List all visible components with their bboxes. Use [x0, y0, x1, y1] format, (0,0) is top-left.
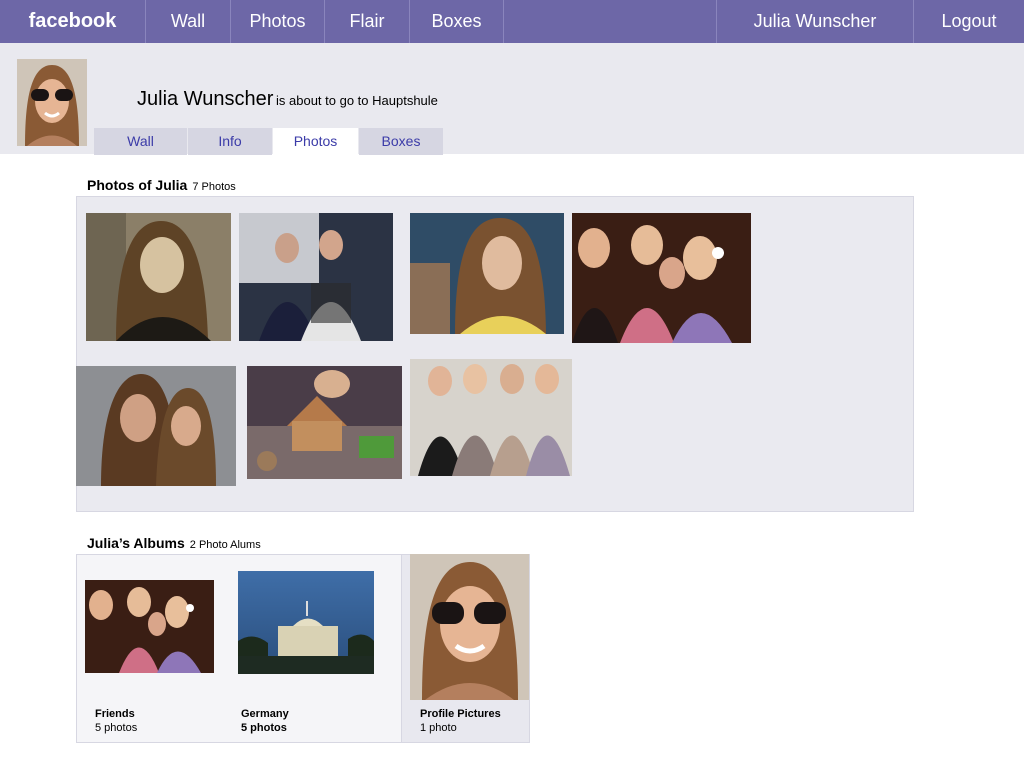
photo-thumbnail[interactable] — [239, 213, 393, 341]
tab-wall[interactable]: Wall — [94, 128, 187, 155]
nav-flair[interactable]: Flair — [325, 0, 410, 43]
photos-count: 7 Photos — [192, 181, 236, 193]
nav-photos[interactable]: Photos — [231, 0, 325, 43]
album-count-germany: 5 photos — [241, 722, 287, 734]
photo-thumbnail[interactable] — [572, 213, 751, 343]
tab-photos[interactable]: Photos — [273, 128, 358, 155]
profile-name: Julia Wunscher — [137, 88, 274, 110]
tab-boxes[interactable]: Boxes — [359, 128, 443, 155]
albums-section-title: Julia’s Albums 2 Photo Alums — [87, 535, 261, 551]
album-name-friends[interactable]: Friends — [95, 708, 135, 720]
nav-user-name[interactable]: Julia Wunscher — [716, 0, 914, 43]
photo-thumbnail[interactable] — [410, 213, 564, 334]
albums-count: 2 Photo Alums — [189, 539, 261, 551]
photo-thumbnail[interactable] — [86, 213, 231, 341]
tab-info[interactable]: Info — [188, 128, 272, 155]
album-count-profile-pictures: 1 photo — [420, 722, 457, 734]
nav-wall[interactable]: Wall — [146, 0, 231, 43]
album-name-profile-pictures[interactable]: Profile Pictures — [420, 708, 501, 720]
album-cover-friends[interactable] — [85, 580, 214, 673]
nav-boxes[interactable]: Boxes — [410, 0, 504, 43]
photo-thumbnail[interactable] — [247, 366, 402, 479]
profile-avatar[interactable] — [17, 59, 87, 146]
logout-link[interactable]: Logout — [914, 0, 1024, 43]
photo-thumbnail[interactable] — [76, 366, 236, 486]
album-cover-germany[interactable] — [238, 571, 374, 674]
facebook-logo[interactable]: facebook — [0, 0, 146, 43]
albums-title: Julia’s Albums — [87, 535, 185, 551]
album-count-friends: 5 photos — [95, 722, 138, 734]
photos-section-title: Photos of Julia 7 Photos — [87, 177, 236, 193]
photos-title: Photos of Julia — [87, 177, 188, 193]
album-cover-profile-pictures[interactable] — [410, 554, 529, 700]
photo-thumbnail[interactable] — [410, 359, 572, 476]
profile-status: is about to go to Hauptshule — [276, 93, 438, 108]
top-nav-bar: facebook Wall Photos Flair Boxes Julia W… — [0, 0, 1024, 43]
profile-header: Julia Wunscher is about to go to Hauptsh… — [0, 43, 1024, 155]
album-name-germany[interactable]: Germany — [241, 708, 289, 720]
